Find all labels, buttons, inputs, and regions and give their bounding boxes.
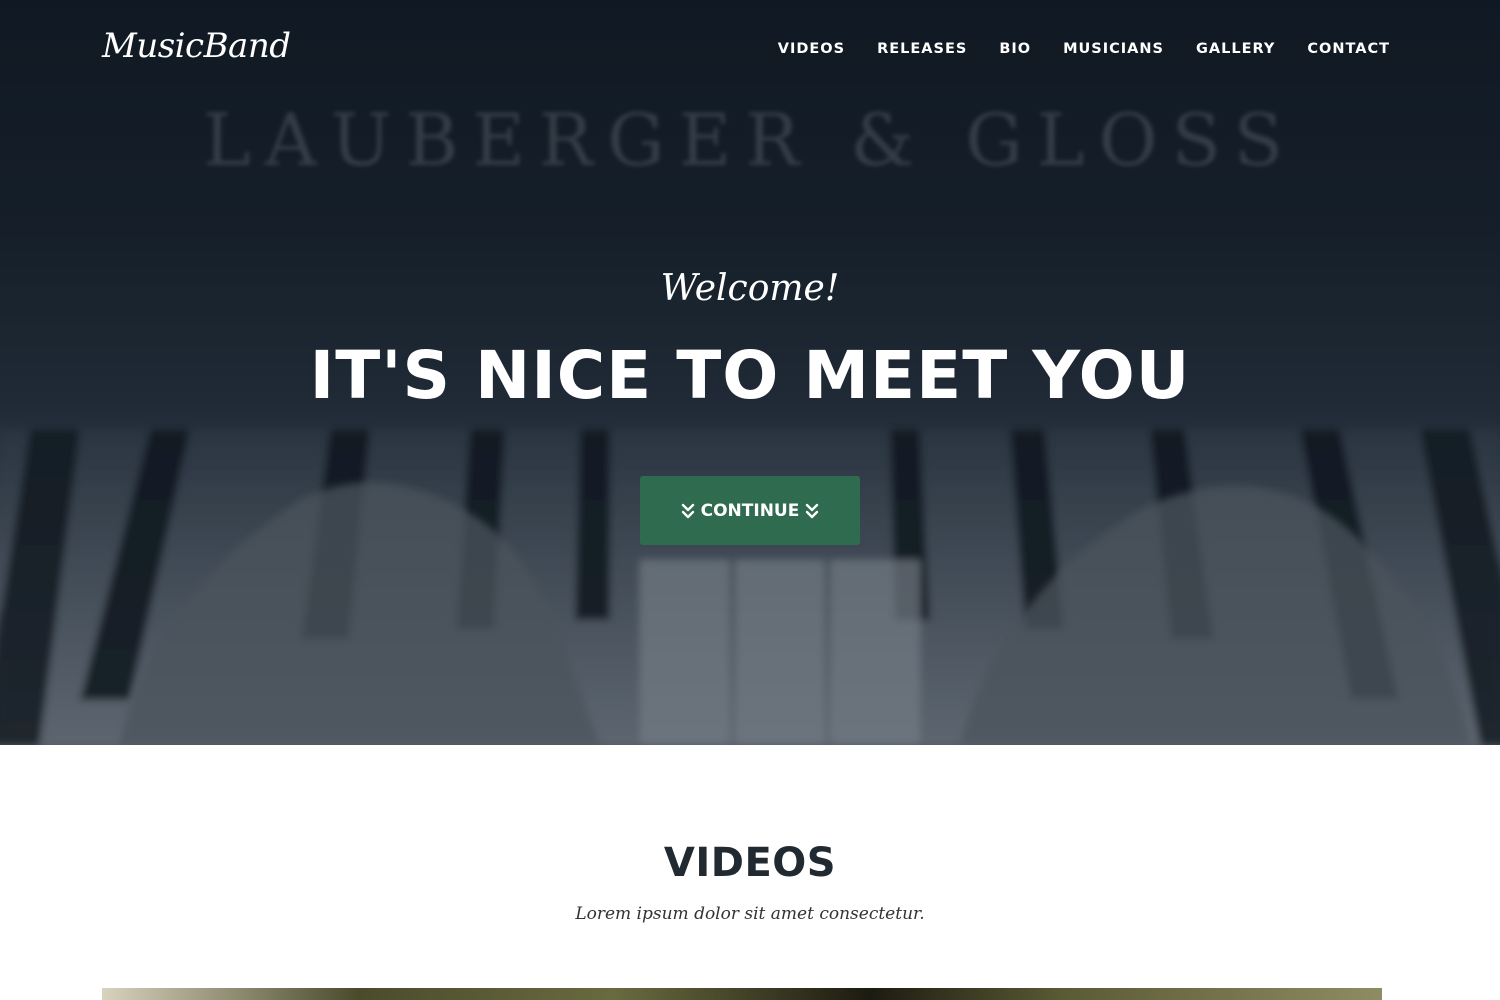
- nav-item-videos: VIDEOS: [778, 38, 845, 57]
- nav-item-gallery: GALLERY: [1196, 38, 1275, 57]
- nav-item-releases: RELEASES: [877, 38, 967, 57]
- nav-item-bio: BIO: [999, 38, 1031, 57]
- continue-button[interactable]: CONTINUE: [640, 476, 860, 545]
- video-thumbnail[interactable]: [102, 988, 1382, 1000]
- videos-section-subtitle: Lorem ipsum dolor sit amet consectetur.: [575, 904, 925, 924]
- nav-link-releases[interactable]: RELEASES: [877, 41, 967, 57]
- hero-heading: IT'S NICE TO MEET YOU: [309, 337, 1191, 414]
- nav-link-gallery[interactable]: GALLERY: [1196, 41, 1275, 57]
- navbar: MusicBand VIDEOS RELEASES BIO MUSICIANS …: [0, 0, 1500, 96]
- double-chevron-down-icon: [681, 503, 695, 519]
- nav-link-bio[interactable]: BIO: [999, 41, 1031, 57]
- nav-item-musicians: MUSICIANS: [1063, 38, 1164, 57]
- double-chevron-down-icon: [805, 503, 819, 519]
- nav-menu: VIDEOS RELEASES BIO MUSICIANS GALLERY CO…: [746, 38, 1390, 57]
- nav-item-contact: CONTACT: [1307, 38, 1390, 57]
- continue-button-label: CONTINUE: [700, 500, 800, 521]
- hero-welcome-text: Welcome!: [660, 268, 840, 309]
- videos-section-title: VIDEOS: [663, 840, 837, 886]
- nav-link-videos[interactable]: VIDEOS: [778, 41, 845, 57]
- hero-section: LAUBERGER & GLOSS MusicBand VIDEOS RELEA…: [0, 0, 1500, 745]
- brand-logo[interactable]: MusicBand: [102, 26, 291, 66]
- nav-link-contact[interactable]: CONTACT: [1307, 41, 1390, 57]
- nav-link-musicians[interactable]: MUSICIANS: [1063, 41, 1164, 57]
